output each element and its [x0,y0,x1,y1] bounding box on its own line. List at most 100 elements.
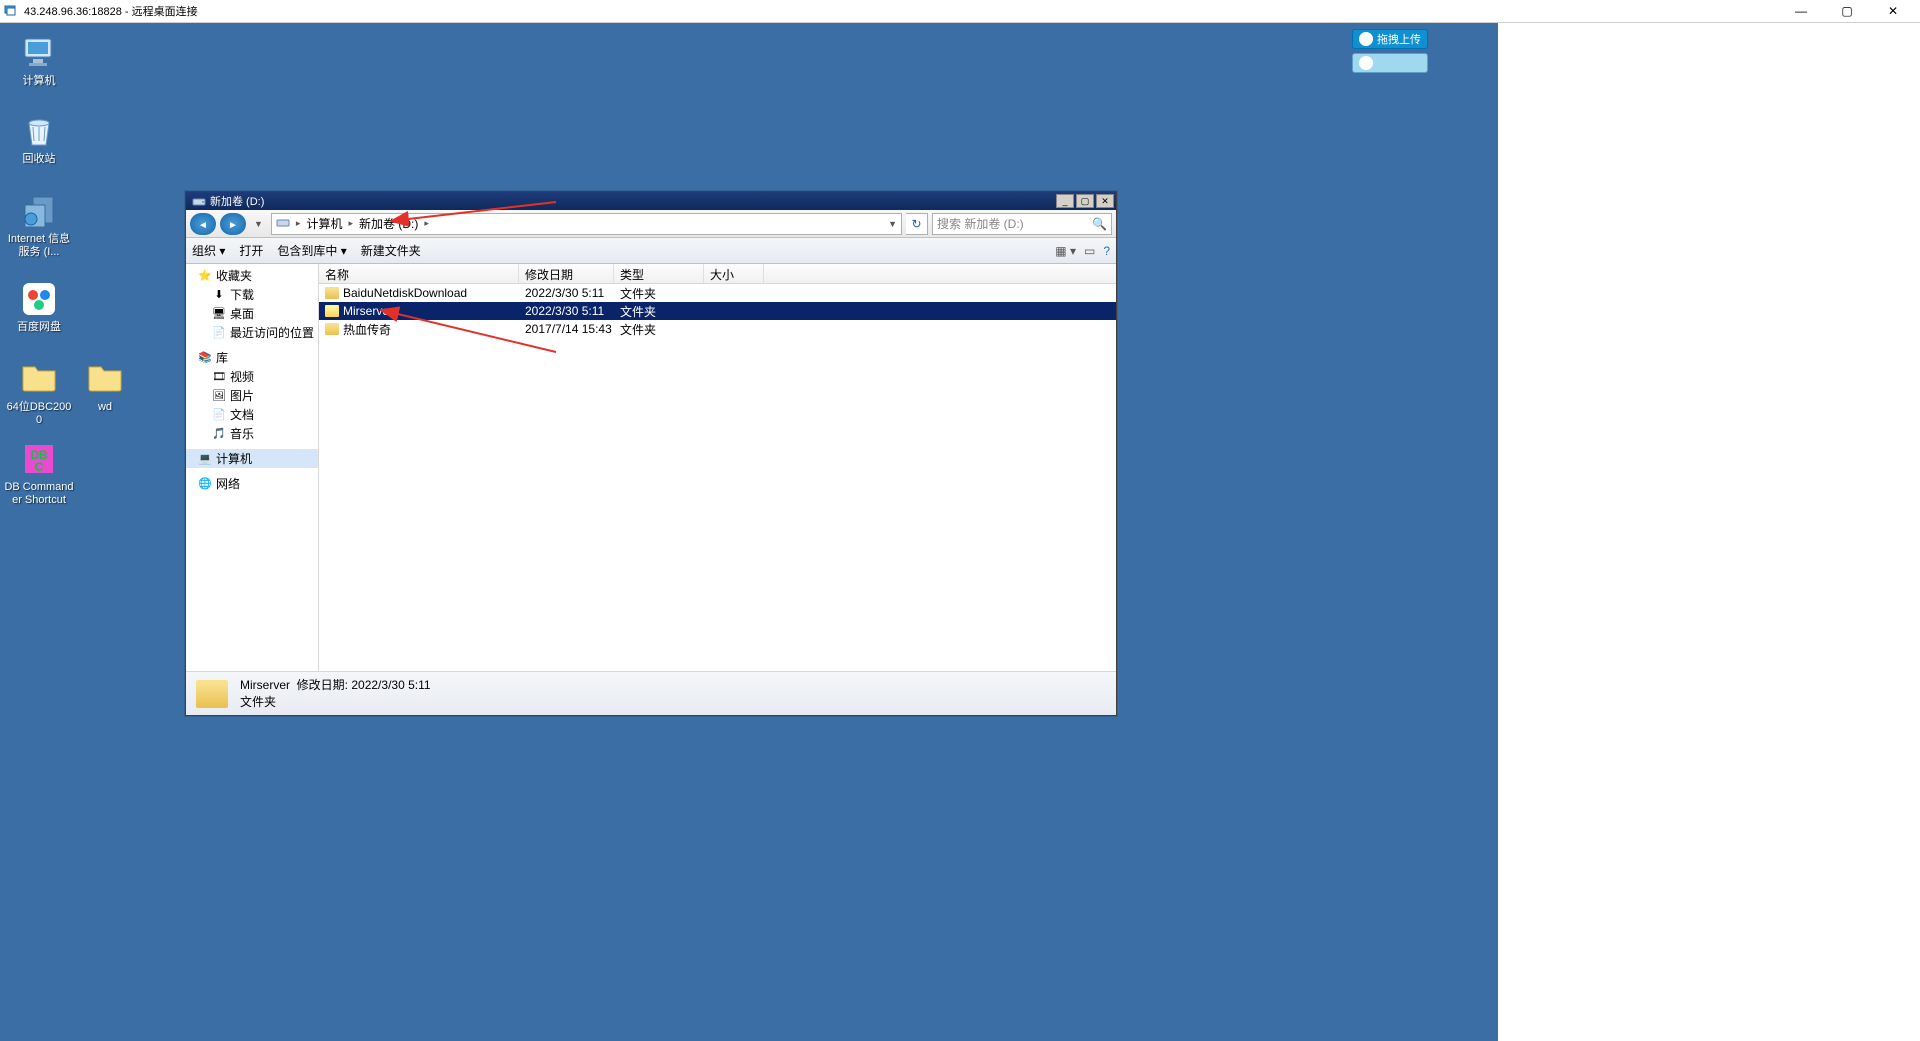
column-headers: 名称 修改日期 类型 大小 [319,264,1116,284]
tree-videos[interactable]: 🎞视频 [186,367,318,386]
search-placeholder: 搜索 新加卷 (D:) [937,215,1024,232]
nav-tree: ⭐收藏夹 ⬇下载 🖥桌面 📄最近访问的位置 📚库 🎞视频 🖼图片 📄文档 🎵音乐… [186,264,319,671]
folder-icon [325,305,339,317]
detail-date: 2022/3/30 5:11 [351,678,430,692]
detail-type: 文件夹 [240,694,431,711]
desktop-icon-wd[interactable]: wd [70,359,140,414]
float-toolbar: 拖拽上传 [1352,29,1428,73]
crumb-drive[interactable]: 新加卷 (D:) [359,215,418,232]
label: 64位DBC2000 [4,401,74,427]
chevron-icon: ▸ [348,218,353,229]
ex-close-button[interactable]: ✕ [1096,194,1114,208]
label: 计算机 [4,75,74,88]
folder-icon [19,359,59,399]
tree-documents[interactable]: 📄文档 [186,405,318,424]
drive-icon [192,194,206,208]
crumb-computer[interactable]: 计算机 [306,215,342,232]
maximize-button[interactable]: ▢ [1824,0,1870,23]
folder-icon [196,680,228,708]
folder-icon [85,359,125,399]
col-name[interactable]: 名称 [319,264,519,283]
newfolder-button[interactable]: 新建文件夹 [361,242,421,259]
organize-button[interactable]: 组织 ▾ [192,242,225,259]
tree-pictures[interactable]: 🖼图片 [186,386,318,405]
search-icon: 🔍 [1092,217,1107,231]
recent-icon: 📄 [212,326,226,340]
tree-computer[interactable]: 💻计算机 [186,449,318,468]
col-date[interactable]: 修改日期 [519,264,614,283]
explorer-toolbar: 组织 ▾ 打开 包含到库中 ▾ 新建文件夹 ▦ ▾ ▭ ? [186,238,1116,264]
chevron-icon: ▸ [296,218,301,229]
label: Internet 信息服务 (I... [4,233,74,259]
include-button[interactable]: 包含到库中 ▾ [277,242,346,259]
tree-favorites[interactable]: ⭐收藏夹 [186,266,318,285]
detail-date-label: 修改日期: [297,678,348,692]
float-upload-button[interactable]: 拖拽上传 [1352,29,1428,49]
desktop-icon: 🖥 [212,307,226,321]
rdp-icon [4,4,18,18]
detail-name: Mirserver [240,678,290,692]
ex-minimize-button[interactable]: _ [1056,194,1074,208]
desktop-icon-dbc2000[interactable]: 64位DBC2000 [4,359,74,427]
desktop-icon-recyclebin[interactable]: 回收站 [4,111,74,166]
music-icon: 🎵 [212,427,226,441]
library-icon: 📚 [198,351,212,365]
file-row[interactable]: 热血传奇 2017/7/14 15:43 文件夹 [319,320,1116,338]
forward-button[interactable] [220,213,246,235]
tree-recent[interactable]: 📄最近访问的位置 [186,323,318,342]
pc-icon: 💻 [198,452,212,466]
search-box[interactable]: 搜索 新加卷 (D:) 🔍 [932,213,1112,235]
col-size[interactable]: 大小 [704,264,764,283]
explorer-navbar: ▼ ▸ 计算机 ▸ 新加卷 (D:) ▸ ▼ ↻ 搜索 新加卷 (D:) 🔍 [186,210,1116,238]
db-icon: DBC [19,439,59,479]
addr-dropdown[interactable]: ▼ [888,219,897,229]
tree-library[interactable]: 📚库 [186,348,318,367]
ex-maximize-button[interactable]: ▢ [1076,194,1094,208]
remote-desktop: 计算机 回收站 Internet 信息服务 (I... 百度网盘 64位DBC2… [0,23,1498,1041]
arrow-right-icon [228,216,238,231]
desktop-icon-dbcommander[interactable]: DBC DB Commander Shortcut [4,439,74,507]
label: wd [70,401,140,414]
float-button-2[interactable] [1352,53,1428,73]
history-dropdown[interactable]: ▼ [250,219,267,229]
tree-desktop[interactable]: 🖥桌面 [186,304,318,323]
desktop-icon-iis[interactable]: Internet 信息服务 (I... [4,191,74,259]
cloud-icon [19,279,59,319]
back-button[interactable] [190,213,216,235]
arrow-left-icon [198,216,208,231]
preview-button[interactable]: ▭ [1084,244,1095,258]
file-row[interactable]: BaiduNetdiskDownload 2022/3/30 5:11 文件夹 [319,284,1116,302]
refresh-button[interactable]: ↻ [906,213,928,235]
open-button[interactable]: 打开 [239,242,263,259]
bin-icon [19,111,59,151]
file-list: 名称 修改日期 类型 大小 BaiduNetdiskDownload 2022/… [319,264,1116,671]
label: 百度网盘 [4,321,74,334]
pc-icon [19,33,59,73]
tree-downloads[interactable]: ⬇下载 [186,285,318,304]
label: 拖拽上传 [1377,31,1421,47]
file-row[interactable]: Mirserver 2022/3/30 5:11 文件夹 [319,302,1116,320]
desktop-icon-computer[interactable]: 计算机 [4,33,74,88]
minimize-button[interactable]: — [1778,0,1824,23]
cloud-icon [1359,56,1373,70]
cloud-icon [1359,32,1373,46]
star-icon: ⭐ [198,269,212,283]
rdp-titlebar: 43.248.96.36:18828 - 远程桌面连接 — ▢ ✕ [0,0,1920,23]
view-button[interactable]: ▦ ▾ [1055,244,1076,258]
label: DB Commander Shortcut [4,481,74,507]
help-button[interactable]: ? [1103,244,1110,258]
label: 回收站 [4,153,74,166]
window-controls: — ▢ ✕ [1778,0,1916,23]
folder-icon [325,323,339,335]
address-bar[interactable]: ▸ 计算机 ▸ 新加卷 (D:) ▸ ▼ [271,213,902,235]
tree-network[interactable]: 🌐网络 [186,474,318,493]
folder-icon [325,287,339,299]
explorer-titlebar[interactable]: 新加卷 (D:) _ ▢ ✕ [186,192,1116,210]
close-button[interactable]: ✕ [1870,0,1916,23]
desktop-icon-baidu[interactable]: 百度网盘 [4,279,74,334]
picture-icon: 🖼 [212,389,226,403]
tree-music[interactable]: 🎵音乐 [186,424,318,443]
col-type[interactable]: 类型 [614,264,704,283]
chevron-icon: ▸ [424,218,429,229]
globe-icon [19,191,59,231]
